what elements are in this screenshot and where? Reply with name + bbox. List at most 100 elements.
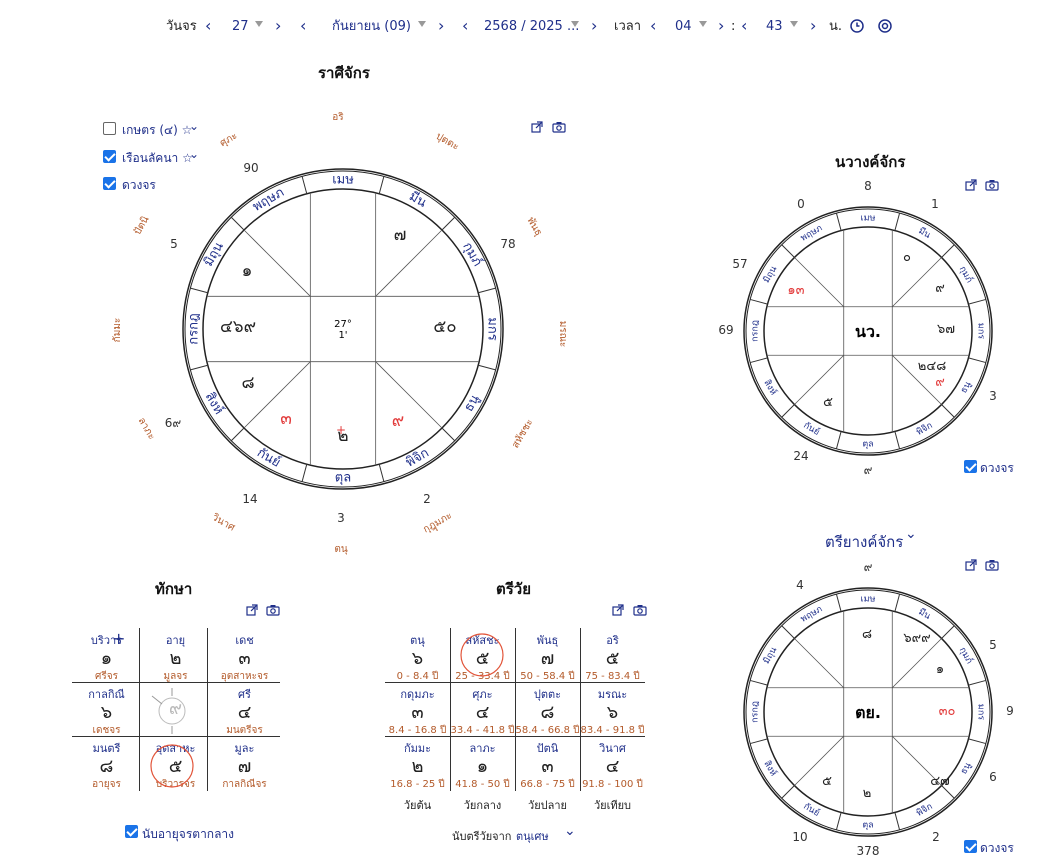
clock-icon[interactable] (850, 19, 864, 33)
cell-number: ๓ (411, 702, 424, 723)
cell-subtitle: 91.8 - 100 ปี (582, 779, 643, 790)
sign-label: พฤษภ (799, 604, 824, 624)
cell-number: ๓ (541, 756, 554, 777)
cell-number: ๘ (99, 756, 114, 777)
grid-diagonal (375, 361, 443, 429)
outer-degree: 5 (170, 237, 178, 251)
hour-next-button[interactable]: › (718, 16, 724, 35)
house-number: ๘ (862, 627, 872, 642)
cell-title: ปัตนิ (536, 742, 559, 755)
sign-label: กันย์ (254, 445, 283, 471)
month-prev-button[interactable]: ‹ (300, 16, 306, 35)
taksa-footer-checkbox[interactable] (125, 825, 138, 838)
cell-subtitle: 33.4 - 41.8 ปี (450, 725, 515, 736)
outer-house-name: กัมมะ (112, 318, 123, 343)
grid-cell: บริวาร๑ศรีจร (72, 631, 141, 684)
cell-subtitle: 66.8 - 75 ปี (520, 779, 575, 790)
house-number: ๕ (822, 774, 832, 789)
age-label: วัยปลาย (528, 799, 567, 812)
hour-select[interactable]: 04 (675, 18, 692, 36)
year-next-button[interactable]: › (591, 16, 597, 35)
month-next-button[interactable]: › (438, 16, 444, 35)
cell-number: ๔ (237, 702, 252, 723)
outer-degree: 14 (242, 492, 257, 506)
minute-prev-button[interactable]: ‹ (741, 16, 747, 35)
outer-degree: 6 (989, 770, 997, 784)
hour-prev-button[interactable]: ‹ (650, 16, 656, 35)
day-next-button[interactable]: › (275, 16, 281, 35)
sign-divider (941, 404, 955, 418)
house-number: ๘ (241, 373, 254, 393)
month-select[interactable]: กันยายน (09) (332, 18, 411, 36)
cell-number: ๓ (238, 648, 251, 669)
outer-degree: 57 (732, 257, 747, 271)
outer-house-name: กุฎุมภะ (421, 510, 455, 537)
day-prev-button[interactable]: ‹ (205, 16, 211, 35)
minute-select[interactable]: 43 (766, 18, 783, 36)
day-select[interactable]: 27 (232, 18, 249, 36)
house-number: ๑ (936, 662, 944, 677)
sign-label: มกร (976, 323, 986, 339)
sign-label: ธนู (959, 380, 973, 395)
grid-cell: ปุตตะ๘ 58.4 - 66.8 ปี (515, 685, 580, 738)
camera-icon[interactable] (266, 604, 280, 616)
sign-divider (750, 357, 768, 364)
outer-degree: 10 (792, 830, 807, 844)
triyang-chart-title[interactable]: ตรียางค์จักร (825, 530, 903, 554)
sign-label: เมษ (861, 214, 876, 224)
chevron-down-icon[interactable]: ⌄ (564, 823, 576, 839)
outer-degree: 4 (796, 578, 804, 592)
grid-cell: มูละ๗กาลกิณีจร (210, 739, 279, 792)
sign-divider (835, 431, 842, 449)
sign-divider (230, 427, 245, 442)
year-prev-button[interactable]: ‹ (462, 16, 468, 35)
sign-divider (941, 244, 955, 258)
chevron-down-icon (699, 21, 707, 27)
grid-cell: เดช๓อุตสาหะจร (210, 631, 279, 684)
cell-title: กดุมภะ (400, 688, 435, 701)
triyang-duangjon-checkbox[interactable] (964, 840, 977, 853)
house-number: ๕ (823, 395, 833, 410)
external-link-icon[interactable] (246, 604, 258, 616)
cell-number: ๗ (540, 648, 555, 669)
cell-number: ๖ (606, 702, 619, 723)
plus-mark: + (336, 423, 346, 437)
cell-number: ๗ (237, 756, 252, 777)
cell-subtitle: 83.4 - 91.8 ปี (580, 725, 645, 736)
outer-house-name: มรณะ (557, 321, 568, 348)
house-number: ๓๐ (939, 704, 956, 719)
grid-cell: ตนุ๖ 0 - 8.4 ปี (385, 631, 450, 684)
grid-cell: ลาภะ๑ 41.8 - 50 ปี (450, 739, 515, 792)
camera-icon[interactable] (633, 604, 647, 616)
cell-title: บริวาร (90, 634, 123, 647)
plus-icon[interactable]: + (112, 629, 125, 648)
time-suffix: น. (829, 19, 843, 34)
outer-degree: 378 (857, 844, 880, 858)
sign-divider (781, 244, 795, 258)
navang-chart: เมษมีนกุมภ์มกรธนูพิจิกตุลกันย์สิงห์กรกฎม… (718, 179, 996, 477)
taksa-title: ทักษา (155, 580, 193, 598)
sign-label: ตุล (862, 440, 873, 450)
cell-subtitle: 0 - 8.4 ปี (396, 671, 439, 682)
trivai-grid: ตนุ๖ 0 - 8.4 ปี สหัสชะ๕ 25 - 33.4 ปี พันธุ๗ 5… (385, 628, 645, 791)
cell-title: ลาภะ (469, 742, 496, 755)
grid-cell: กาลกิณี๖เดชจร (72, 685, 141, 738)
center-label: นว. (855, 322, 881, 341)
at-sign-icon[interactable] (878, 19, 892, 33)
house-number: ๒ (863, 786, 872, 801)
sign-divider (894, 213, 901, 231)
navang-duangjon-checkbox[interactable] (964, 460, 977, 473)
cell-title: ตนุ (410, 634, 425, 647)
house-number: ๗ (394, 225, 407, 245)
year-select[interactable]: 2568 / 2025 ... (484, 18, 579, 36)
trivai-footer-select[interactable]: ตนุเศษ (516, 827, 549, 845)
grid-diagonal (794, 638, 845, 689)
cell-title: พันธุ (536, 634, 559, 647)
minute-next-button[interactable]: › (810, 16, 816, 35)
house-number: ๐ (903, 250, 911, 265)
cell-subtitle: มนตรีจร (226, 725, 263, 736)
time-colon: : (731, 19, 736, 34)
outer-degree: 1 (931, 197, 939, 211)
external-link-icon[interactable] (612, 604, 624, 616)
chevron-down-icon[interactable]: ⌄ (905, 526, 917, 542)
